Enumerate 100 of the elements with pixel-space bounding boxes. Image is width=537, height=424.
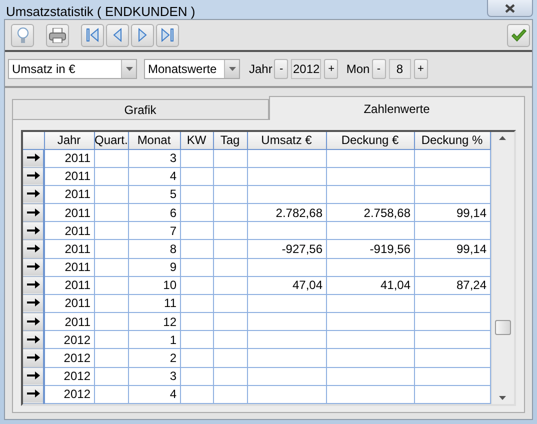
row-pointer-icon <box>26 280 40 290</box>
column-header[interactable]: Tag <box>213 132 247 149</box>
table-cell: 3 <box>128 149 180 168</box>
scroll-down-icon <box>499 396 506 400</box>
year-increment-button[interactable]: + <box>324 59 338 79</box>
next-button[interactable] <box>131 24 154 46</box>
table-cell: 9 <box>128 258 180 276</box>
table-cell <box>94 367 128 386</box>
table-cell <box>180 276 213 294</box>
close-button[interactable] <box>487 0 533 17</box>
table-cell <box>213 258 247 276</box>
table-cell <box>213 167 247 186</box>
table-cell: -919,56 <box>326 240 414 258</box>
table-cell: 2011 <box>44 276 94 294</box>
table-cell <box>180 222 213 240</box>
row-selector[interactable] <box>23 294 44 313</box>
table-cell <box>180 167 213 186</box>
table-cell <box>180 258 213 276</box>
table-cell: 10 <box>128 276 180 294</box>
skip-back-icon <box>86 28 99 42</box>
row-selector[interactable] <box>23 185 44 204</box>
row-selector[interactable] <box>23 240 44 258</box>
table-cell <box>94 330 128 349</box>
table-cell: 2011 <box>44 204 94 222</box>
column-header[interactable]: Quart. <box>94 132 128 149</box>
table-cell <box>213 330 247 349</box>
table-cell: 2012 <box>44 385 94 404</box>
row-pointer-icon <box>26 244 40 253</box>
table-cell <box>213 204 247 222</box>
row-selector[interactable] <box>23 276 44 294</box>
table-cell: 2.758,68 <box>326 204 414 222</box>
column-header[interactable]: Monat <box>128 132 180 149</box>
table-cell <box>213 149 247 168</box>
last-record-button[interactable] <box>156 24 179 46</box>
table-cell: 2011 <box>44 240 94 258</box>
table-cell <box>213 312 247 331</box>
row-selector[interactable] <box>23 258 44 276</box>
table-cell: 2012 <box>44 330 94 349</box>
row-pointer-icon <box>26 226 40 235</box>
row-pointer-icon <box>26 262 40 272</box>
table-cell: 87,24 <box>414 276 490 294</box>
table-cell: 8 <box>128 240 180 258</box>
table-cell <box>180 204 213 222</box>
confirm-button[interactable] <box>507 24 530 46</box>
dropdown-caret-icon <box>126 67 132 71</box>
table-cell: 2012 <box>44 367 94 386</box>
month-field[interactable]: 8 <box>388 59 411 79</box>
table-cell <box>213 185 247 204</box>
row-pointer-icon <box>26 171 40 180</box>
row-selector[interactable] <box>23 312 44 331</box>
column-header[interactable]: Jahr <box>44 132 94 149</box>
scroll-thumb[interactable] <box>494 320 510 335</box>
column-header[interactable]: Deckung € <box>326 132 414 149</box>
row-selector[interactable] <box>23 204 44 222</box>
triangle-left-icon <box>113 28 122 42</box>
row-pointer-icon <box>26 352 40 362</box>
table-cell: 2011 <box>44 149 94 168</box>
table-cell <box>94 294 128 313</box>
table-cell: 3 <box>128 367 180 386</box>
header-corner <box>23 132 44 149</box>
row-pointer-icon <box>26 298 40 308</box>
table-cell <box>94 185 128 204</box>
vertical-scrollbar[interactable] <box>490 132 514 404</box>
table-cell <box>180 149 213 168</box>
month-increment-button[interactable]: + <box>414 59 428 79</box>
dropdown-caret-icon <box>228 67 236 71</box>
hint-button[interactable] <box>11 24 34 46</box>
year-field[interactable]: 2012 <box>291 59 322 79</box>
row-selector[interactable] <box>23 222 44 240</box>
period-dropdown[interactable]: Monatswerte <box>144 59 240 79</box>
measure-dropdown[interactable]: Umsatz in € <box>8 59 137 79</box>
table-cell <box>94 258 128 276</box>
row-pointer-icon <box>26 389 40 398</box>
year-decrement-button[interactable]: - <box>274 59 288 79</box>
table-cell: 41,04 <box>326 276 414 294</box>
table-cell <box>94 276 128 294</box>
scroll-up-icon <box>499 136 506 140</box>
column-header[interactable]: Umsatz € <box>247 132 326 149</box>
row-selector[interactable] <box>23 367 44 386</box>
table-cell: 99,14 <box>414 240 490 258</box>
row-selector[interactable] <box>23 385 44 404</box>
table-cell: 1 <box>128 330 180 349</box>
table-cell <box>213 294 247 313</box>
row-selector[interactable] <box>23 149 44 168</box>
checkmark-icon <box>510 28 526 42</box>
column-header[interactable]: Deckung % <box>414 132 490 149</box>
month-decrement-button[interactable]: - <box>372 59 386 79</box>
first-record-button[interactable] <box>81 24 104 46</box>
previous-button[interactable] <box>106 24 129 46</box>
row-selector[interactable] <box>23 348 44 368</box>
row-selector[interactable] <box>23 167 44 186</box>
month-label: Mon <box>346 62 370 76</box>
table-cell <box>94 204 128 222</box>
print-button[interactable] <box>46 24 69 46</box>
row-pointer-icon <box>26 334 40 344</box>
tab[interactable]: Grafik <box>12 99 268 120</box>
column-header[interactable]: KW <box>180 132 213 149</box>
tab[interactable]: Zahlenwerte <box>268 96 525 120</box>
row-selector[interactable] <box>23 330 44 349</box>
table-cell <box>213 348 247 368</box>
